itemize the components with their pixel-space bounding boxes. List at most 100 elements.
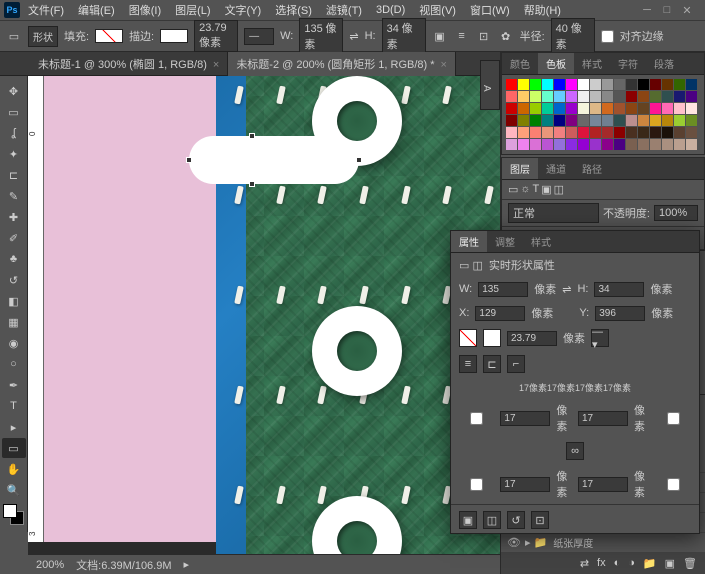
swatch-chip[interactable] xyxy=(506,91,517,102)
swatch-chip[interactable] xyxy=(614,115,625,126)
swatch-chip[interactable] xyxy=(602,91,613,102)
align-edges-checkbox[interactable] xyxy=(601,30,614,43)
swatch-chip[interactable] xyxy=(530,79,541,90)
color-chips[interactable] xyxy=(0,504,27,532)
swatch-chip[interactable] xyxy=(686,79,697,90)
visibility-icon[interactable]: 👁 xyxy=(507,536,519,549)
swatch-chip[interactable] xyxy=(602,79,613,90)
swatch-chip[interactable] xyxy=(542,91,553,102)
adjustment-icon[interactable]: ◑ xyxy=(628,557,635,569)
menu-help[interactable]: 帮助(H) xyxy=(518,0,567,20)
tab-channels[interactable]: 通道 xyxy=(538,158,574,179)
swatch-chip[interactable] xyxy=(626,115,637,126)
menu-edit[interactable]: 编辑(E) xyxy=(72,0,121,20)
stroke-type-select[interactable]: — ▾ xyxy=(591,329,609,347)
swatch-chip[interactable] xyxy=(626,139,637,150)
marquee-tool[interactable]: ▭ xyxy=(2,102,26,122)
swatch-chip[interactable] xyxy=(554,103,565,114)
doc-tab-2[interactable]: 未标题-2 @ 200% (圆角矩形 1, RGB/8) *× xyxy=(228,52,456,76)
swatch-chip[interactable] xyxy=(554,139,565,150)
menu-type[interactable]: 文字(Y) xyxy=(219,0,268,20)
tab-layers[interactable]: 图层 xyxy=(502,158,538,179)
gradient-tool[interactable]: ▦ xyxy=(2,312,26,332)
prop-icon-4[interactable]: ⊡ xyxy=(531,511,549,529)
corner-tr-check[interactable] xyxy=(656,412,691,425)
blend-mode-select[interactable]: 正常 xyxy=(508,203,599,223)
tab-para[interactable]: 段落 xyxy=(646,53,682,74)
stamp-tool[interactable]: ♣ xyxy=(2,249,26,269)
path-select-tool[interactable]: ▸ xyxy=(2,417,26,437)
stroke-width-input[interactable]: 23.79 像素 xyxy=(194,20,238,52)
swatch-chip[interactable] xyxy=(686,127,697,138)
tab-close-icon[interactable]: × xyxy=(213,59,219,71)
swatch-chip[interactable] xyxy=(554,79,565,90)
swatch-chip[interactable] xyxy=(554,127,565,138)
swatch-chip[interactable] xyxy=(566,115,577,126)
tab-swatches[interactable]: 色板 xyxy=(538,53,574,74)
dodge-tool[interactable]: ○ xyxy=(2,354,26,374)
swatch-chip[interactable] xyxy=(674,79,685,90)
swatch-chip[interactable] xyxy=(542,115,553,126)
swatch-chip[interactable] xyxy=(530,91,541,102)
brush-tool[interactable]: ✐ xyxy=(2,228,26,248)
corner-tl-check[interactable] xyxy=(459,412,494,425)
path-ops-icon[interactable]: ▣ xyxy=(432,28,448,44)
tab-color[interactable]: 颜色 xyxy=(502,53,538,74)
canvas[interactable] xyxy=(44,76,500,542)
menu-window[interactable]: 窗口(W) xyxy=(464,0,516,20)
tab-char[interactable]: 字符 xyxy=(610,53,646,74)
gear-icon[interactable]: ✿ xyxy=(498,28,514,44)
shape-mode-select[interactable]: 形状 xyxy=(28,26,58,47)
type-tool[interactable]: T xyxy=(2,396,26,416)
menu-view[interactable]: 视图(V) xyxy=(413,0,462,20)
stroke-caps-icon[interactable]: ⊏ xyxy=(483,355,501,373)
swatch-chip[interactable] xyxy=(566,127,577,138)
tab-adjust[interactable]: 调整 xyxy=(487,231,523,252)
swatch-chip[interactable] xyxy=(626,127,637,138)
stroke-swatch[interactable] xyxy=(160,29,188,43)
tab-styles[interactable]: 样式 xyxy=(523,231,559,252)
doc-size[interactable]: 文档:6.39M/106.9M xyxy=(76,557,171,573)
close-icon[interactable]: ✕ xyxy=(681,4,693,16)
swatch-chip[interactable] xyxy=(626,91,637,102)
menu-layer[interactable]: 图层(L) xyxy=(169,0,216,20)
eraser-tool[interactable]: ◧ xyxy=(2,291,26,311)
minimize-icon[interactable]: ─ xyxy=(641,4,653,16)
swatch-chip[interactable] xyxy=(566,79,577,90)
swatch-chip[interactable] xyxy=(638,127,649,138)
swatch-chip[interactable] xyxy=(590,115,601,126)
swatch-chip[interactable] xyxy=(650,115,661,126)
fg-color-chip[interactable] xyxy=(3,504,17,518)
swatch-chip[interactable] xyxy=(530,103,541,114)
swatch-chip[interactable] xyxy=(674,139,685,150)
doc-tab-1[interactable]: 未标题-1 @ 300% (椭圆 1, RGB/8)× xyxy=(30,52,228,76)
swatch-chip[interactable] xyxy=(530,115,541,126)
swatch-chip[interactable] xyxy=(686,91,697,102)
anchor-handle[interactable] xyxy=(356,157,362,163)
swatch-chip[interactable] xyxy=(518,139,529,150)
swatch-chip[interactable] xyxy=(638,91,649,102)
swatch-chip[interactable] xyxy=(506,115,517,126)
swatch-chip[interactable] xyxy=(542,127,553,138)
prop-icon-3[interactable]: ↺ xyxy=(507,511,525,529)
tab-styles[interactable]: 样式 xyxy=(574,53,610,74)
maximize-icon[interactable]: □ xyxy=(661,4,673,16)
prop-w-input[interactable] xyxy=(478,282,528,297)
swatch-chip[interactable] xyxy=(578,139,589,150)
swatch-chip[interactable] xyxy=(590,139,601,150)
swatch-chip[interactable] xyxy=(650,103,661,114)
stroke-style-select[interactable]: — xyxy=(244,28,274,45)
align-icon[interactable]: ≡ xyxy=(454,28,470,44)
anchor-handle[interactable] xyxy=(249,133,255,139)
prop-x-input[interactable] xyxy=(475,306,525,321)
swatch-chip[interactable] xyxy=(554,115,565,126)
prop-fill-swatch[interactable] xyxy=(459,329,477,347)
swatch-chip[interactable] xyxy=(638,115,649,126)
prop-h-input[interactable] xyxy=(594,282,644,297)
corner-br-input[interactable] xyxy=(578,477,628,492)
swatch-chip[interactable] xyxy=(566,139,577,150)
fill-swatch[interactable] xyxy=(95,29,123,43)
swatch-chip[interactable] xyxy=(614,79,625,90)
rounded-rect-shape[interactable] xyxy=(189,136,359,184)
width-input[interactable]: 135 像素 xyxy=(299,18,343,54)
